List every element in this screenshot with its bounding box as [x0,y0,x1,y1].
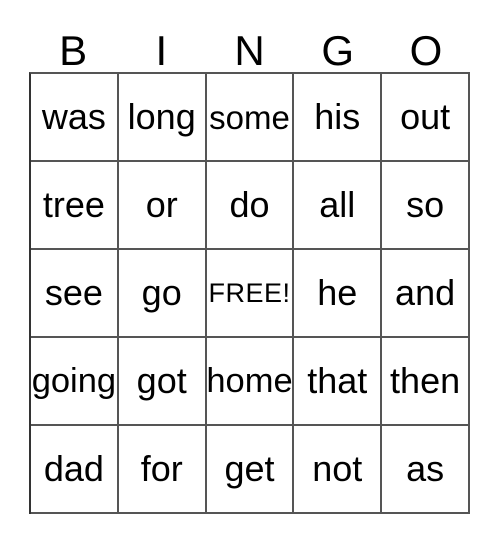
bingo-cell-word: out [400,96,451,137]
bingo-header-letter: G [321,27,355,74]
bingo-cell[interactable]: all [294,162,383,250]
bingo-cell-word: dad [43,448,104,489]
bingo-cell-word: he [317,272,358,313]
bingo-cell[interactable]: home [206,338,295,426]
bingo-cell-word: or [145,184,178,225]
bingo-cell-word: home [206,361,293,400]
bingo-cell-word: some [209,98,290,136]
bingo-cell[interactable]: not [294,426,383,514]
bingo-cell[interactable]: he [294,250,383,338]
bingo-grid: was long some his out tree or do all so see go FREE!… [29,72,470,514]
bingo-cell-word: get [224,448,275,489]
bingo-row: see go FREE! he and [31,250,470,338]
bingo-cell[interactable]: so [382,162,470,250]
bingo-cell[interactable]: go [118,250,207,338]
bingo-header-cell: N [205,18,293,72]
bingo-card: BINGO was long some his out tree or do all so see g… [0,0,500,544]
bingo-cell-word: as [406,448,445,489]
bingo-header-row: BINGO [29,18,470,72]
bingo-cell-word: long [127,96,196,137]
bingo-cell-word: for [140,448,183,489]
bingo-cell-word: see [44,272,103,313]
bingo-row: tree or do all so [31,162,470,250]
bingo-cell[interactable]: was [31,74,119,162]
bingo-cell[interactable]: got [118,338,207,426]
bingo-header-cell: O [382,18,470,72]
bingo-cell[interactable]: that [294,338,383,426]
bingo-cell-word: not [312,448,363,489]
bingo-cell-word: his [314,96,361,137]
bingo-cell-word: and [395,272,456,313]
bingo-cell-word: that [307,360,368,401]
bingo-cell-word: got [136,360,187,401]
bingo-cell[interactable]: do [206,162,295,250]
bingo-header-letter: I [155,27,168,74]
bingo-row: going got home that then [31,338,470,426]
bingo-cell[interactable]: long [118,74,207,162]
bingo-cell[interactable]: out [382,74,470,162]
bingo-cell-word: then [390,360,461,401]
bingo-header-letter: N [234,27,265,74]
bingo-header-cell: I [117,18,205,72]
bingo-cell[interactable]: then [382,338,470,426]
bingo-cell[interactable]: tree [31,162,119,250]
bingo-row: was long some his out [31,74,470,162]
bingo-free-space-cell[interactable]: FREE! [206,250,295,338]
bingo-cell[interactable]: going [31,338,119,426]
bingo-header-cell: G [294,18,382,72]
bingo-cell[interactable]: and [382,250,470,338]
bingo-cell[interactable]: get [206,426,295,514]
bingo-header-cell: B [29,18,117,72]
bingo-cell[interactable]: dad [31,426,119,514]
bingo-cell[interactable]: see [31,250,119,338]
bingo-cell-word: do [229,184,270,225]
bingo-cell[interactable]: for [118,426,207,514]
bingo-cell-word: so [406,184,445,225]
bingo-cell[interactable]: as [382,426,470,514]
bingo-cell-word: going [31,361,117,400]
bingo-cell-word: tree [42,184,105,225]
bingo-free-space-label: FREE! [208,277,291,308]
bingo-cell-word: go [141,272,182,313]
bingo-header-letter: B [59,27,88,74]
bingo-cell[interactable]: or [118,162,207,250]
bingo-cell[interactable]: his [294,74,383,162]
bingo-row: dad for get not as [31,426,470,514]
bingo-cell-word: was [41,96,106,137]
bingo-cell[interactable]: some [206,74,295,162]
bingo-cell-word: all [319,184,356,225]
bingo-header-letter: O [409,27,443,74]
